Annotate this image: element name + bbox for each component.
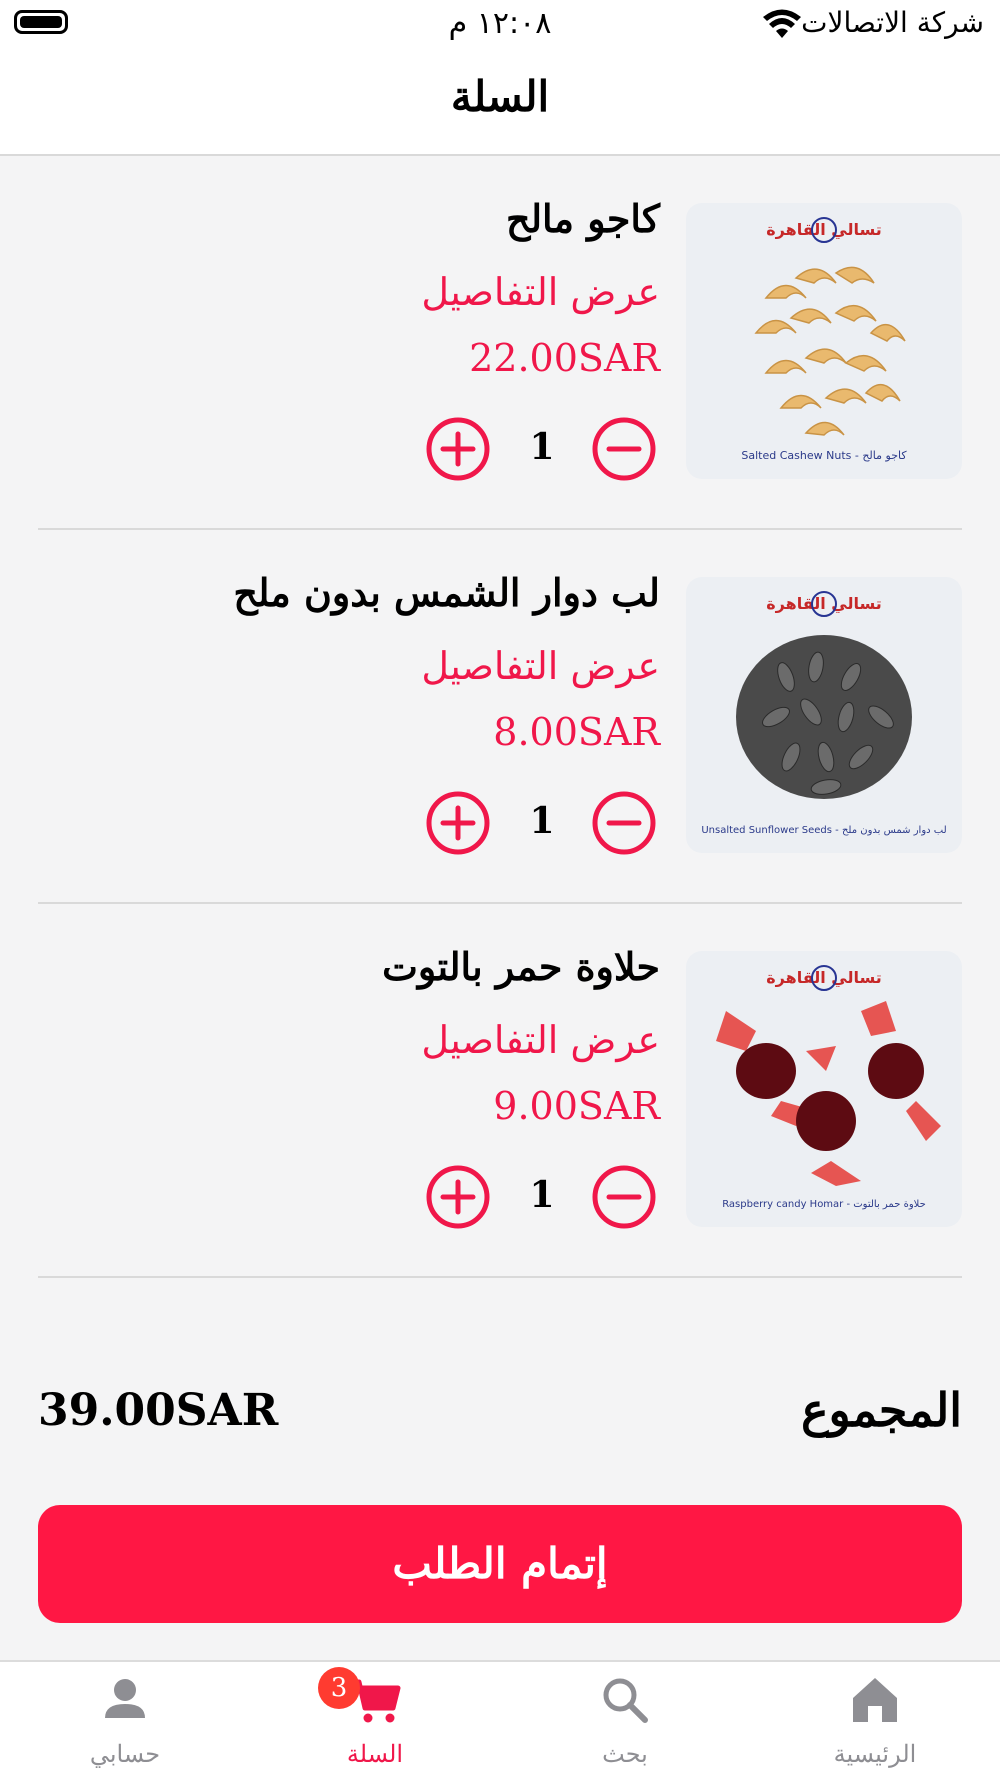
tab-bar: حسابي السلة بحث الرئيسية	[0, 1660, 1000, 1780]
cart-item: تسالي القاهرة Raspberry candy Homar - حل…	[0, 904, 1000, 1278]
product-brand: تسالي القاهرة	[766, 594, 882, 614]
checkout-button[interactable]: إتمام الطلب	[38, 1505, 962, 1623]
item-price: 8.00SAR	[493, 710, 660, 754]
decrease-quantity-button[interactable]	[592, 1165, 656, 1229]
product-brand: تسالي القاهرة	[766, 968, 882, 988]
view-details-link[interactable]: عرض التفاصيل	[421, 270, 660, 314]
home-icon	[853, 1678, 897, 1722]
navigation-bar: السلة	[0, 52, 1000, 156]
wifi-icon	[763, 9, 801, 38]
increase-quantity-button[interactable]	[426, 417, 490, 481]
item-name: حلاوة حمر بالتوت	[382, 944, 660, 989]
person-icon	[105, 1679, 145, 1718]
tab-home[interactable]: الرئيسية	[750, 1662, 1000, 1780]
cart-badge: 3	[318, 1667, 360, 1709]
tab-label: الرئيسية	[833, 1740, 917, 1768]
product-brand: تسالي القاهرة	[766, 220, 882, 240]
search-icon	[603, 1678, 648, 1723]
item-price: 22.00SAR	[469, 336, 660, 380]
product-image-caption: Salted Cashew Nuts - كاجو مالح	[741, 449, 907, 462]
quantity-value: 1	[529, 1174, 555, 1216]
decrease-quantity-button[interactable]	[592, 417, 656, 481]
page-title: السلة	[450, 72, 550, 121]
item-price: 9.00SAR	[493, 1084, 660, 1128]
carrier-name: شركة الاتصالات	[801, 6, 984, 39]
tab-search[interactable]: بحث	[500, 1662, 750, 1780]
status-time: ١٢:٠٨ م	[448, 6, 552, 41]
battery-icon	[14, 10, 68, 34]
cart-item: تسالي القاهرة Unsalted Sunflower Seeds -…	[0, 530, 1000, 904]
product-image-caption: Raspberry candy Homar - حلاوة حمر بالتوت	[722, 1199, 926, 1210]
total-label: المجموع	[801, 1383, 962, 1437]
tab-account[interactable]: حسابي	[0, 1662, 250, 1780]
item-name: لب دوار الشمس بدون ملح	[233, 570, 660, 615]
total-row: المجموع 39.00SAR	[38, 1383, 962, 1453]
tab-label: بحث	[602, 1740, 648, 1768]
tab-cart[interactable]: السلة	[250, 1662, 500, 1780]
cart-item: تسالي القاهرة Salted Cashew Nuts - كاجو …	[0, 156, 1000, 530]
status-bar: ١٢:٠٨ م شركة الاتصالات	[0, 0, 1000, 52]
quantity-value: 1	[529, 800, 555, 842]
view-details-link[interactable]: عرض التفاصيل	[421, 644, 660, 688]
item-divider	[38, 1276, 962, 1278]
product-image-caption: Unsalted Sunflower Seeds - لب دوار شمس ب…	[701, 825, 946, 836]
product-image-cashew[interactable]: تسالي القاهرة Salted Cashew Nuts - كاجو …	[686, 203, 962, 479]
increase-quantity-button[interactable]	[426, 791, 490, 855]
product-image-sunflower[interactable]: تسالي القاهرة Unsalted Sunflower Seeds -…	[686, 577, 962, 853]
increase-quantity-button[interactable]	[426, 1165, 490, 1229]
total-value: 39.00SAR	[38, 1385, 279, 1436]
tab-label: حسابي	[89, 1740, 161, 1768]
product-image-raspberry-candy[interactable]: تسالي القاهرة Raspberry candy Homar - حل…	[686, 951, 962, 1227]
decrease-quantity-button[interactable]	[592, 791, 656, 855]
item-name: كاجو مالح	[505, 196, 660, 241]
quantity-value: 1	[529, 426, 555, 468]
tab-label: السلة	[346, 1740, 404, 1768]
view-details-link[interactable]: عرض التفاصيل	[421, 1018, 660, 1062]
